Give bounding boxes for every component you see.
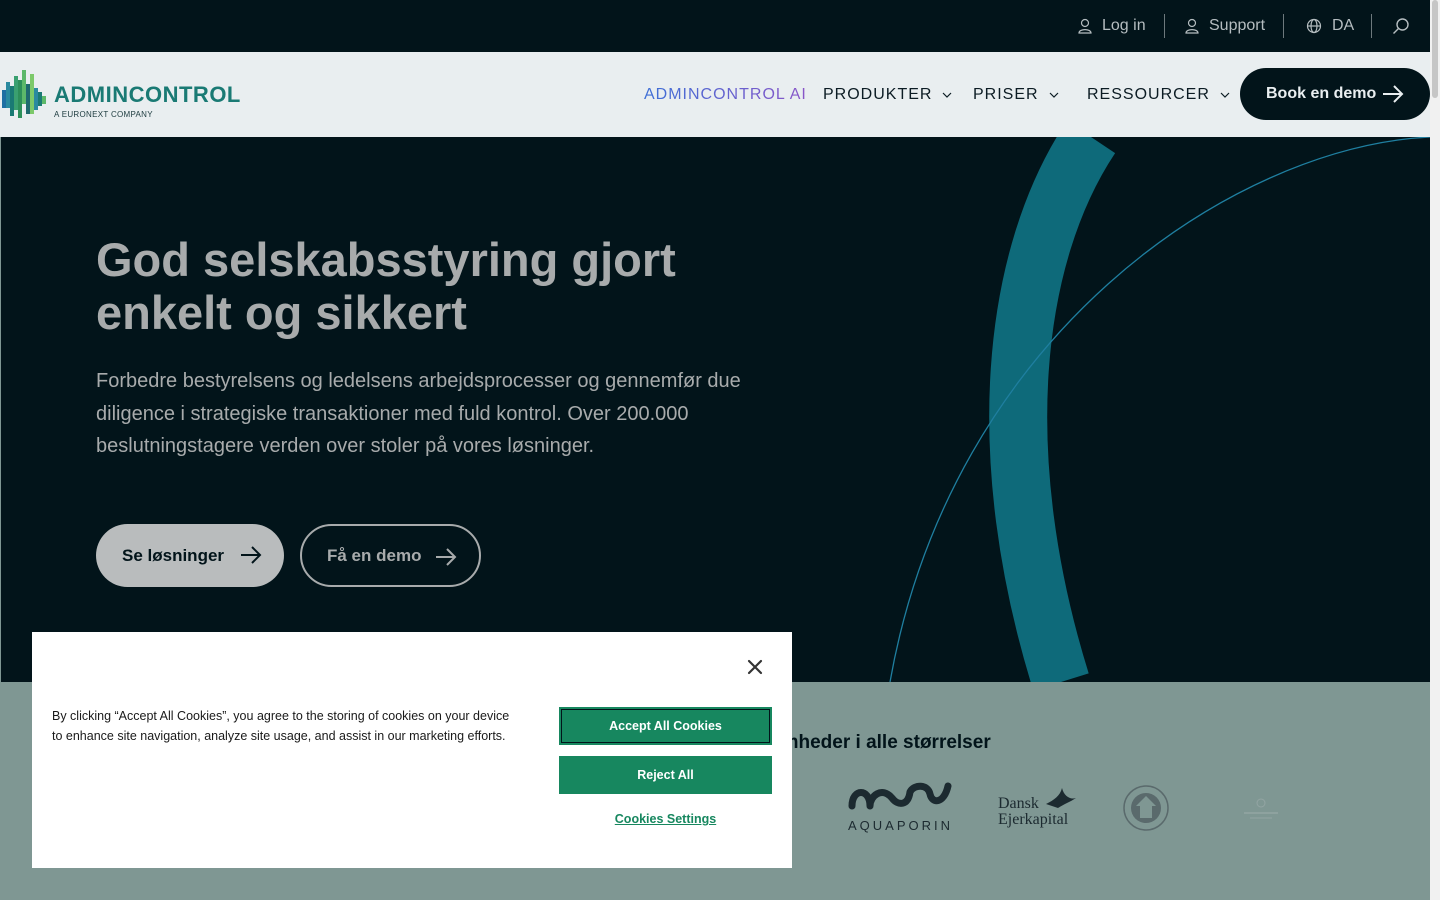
search-icon [1393,18,1409,34]
seal-logo [1122,784,1170,832]
bird-icon [1046,788,1076,808]
close-button[interactable] [744,656,766,678]
accept-all-cookies-button[interactable]: Accept All Cookies [559,707,772,745]
aquaporin-mark [848,782,952,810]
nav-label: PRODUKTER [823,85,933,103]
login-label: Log in [1102,17,1146,34]
logo-mark [2,70,46,118]
user-icon [1078,18,1092,34]
support-link[interactable]: Support [1185,0,1265,52]
book-demo-button[interactable]: Book en demo [1240,68,1430,120]
reject-label: Reject All [637,768,694,782]
aquaporin-wordmark: AQUAPORIN [848,818,954,833]
reject-all-button[interactable]: Reject All [559,756,772,794]
login-link[interactable]: Log in [1078,0,1146,52]
cookie-message: By clicking “Accept All Cookies”, you ag… [52,709,510,743]
user-icon [1185,18,1199,34]
cookie-banner: By clicking “Accept All Cookies”, you ag… [32,632,792,868]
language-selector[interactable]: DA [1306,0,1354,52]
hero-description: Forbedre bestyrelsens og ledelsens arbej… [96,370,741,457]
logo-wordmark: ADMINCONTROL [54,82,241,107]
globe-icon [1306,18,1322,34]
hero-title: God selskabsstyring gjort enkelt og sikk… [96,233,676,339]
faint-mark [1244,798,1278,819]
nav-label: ADMINCONTROL AI [644,85,807,103]
nav-produkter[interactable]: PRODUKTER [823,52,952,137]
divider [1164,14,1165,38]
search-button[interactable] [1392,0,1420,52]
divider [1371,14,1372,38]
chevron-down-icon [1049,92,1059,98]
chevron-down-icon [1220,92,1230,98]
dansk-ejerkapital-logo: Dansk Ejerkapital [998,786,1078,832]
dansk-ejerkapital-line2: Ejerkapital [998,811,1069,828]
nav-admincontrol-ai[interactable]: ADMINCONTROL AI [644,52,807,137]
page-scrollbar[interactable] [1430,0,1440,900]
language-label: DA [1332,17,1355,34]
arrow-right-icon [1383,85,1404,103]
nav-ressourcer[interactable]: RESSOURCER [1087,52,1230,137]
see-solutions-button[interactable]: Se løsninger [96,524,284,587]
utility-bar: Log in Support DA [0,0,1440,52]
get-demo-button[interactable]: Få en demo [300,524,481,587]
nav-priser[interactable]: PRISER [973,52,1059,137]
logo-tagline: A EURONEXT COMPANY [54,110,153,119]
seal-icon [1123,785,1169,831]
faint-logo [1240,796,1282,824]
nav-label: RESSOURCER [1087,85,1210,103]
chevron-down-icon [943,92,952,98]
divider [1283,14,1284,38]
admincontrol-logo[interactable]: ADMINCONTROL A EURONEXT COMPANY [2,68,240,124]
arrow-right-icon [436,548,457,566]
dansk-ejerkapital-line1: Dansk [998,795,1039,812]
scrollbar-thumb[interactable] [1432,0,1438,98]
clients-title: omheder i alle størrelser [770,732,991,753]
see-solutions-label: Se løsninger [122,545,225,565]
cookies-settings-link[interactable]: Cookies Settings [559,812,772,826]
accept-label: Accept All Cookies [609,719,722,733]
main-header: ADMINCONTROL A EURONEXT COMPANY ADMINCON… [0,52,1430,137]
arrow-right-icon [241,546,262,564]
close-icon [747,659,763,675]
book-demo-label: Book en demo [1266,85,1377,102]
get-demo-label: Få en demo [327,545,422,565]
nav-label: PRISER [973,85,1039,103]
support-label: Support [1209,17,1266,34]
aquaporin-logo: AQUAPORIN [848,782,952,834]
hero-section: God selskabsstyring gjort enkelt og sikk… [1,137,1430,682]
